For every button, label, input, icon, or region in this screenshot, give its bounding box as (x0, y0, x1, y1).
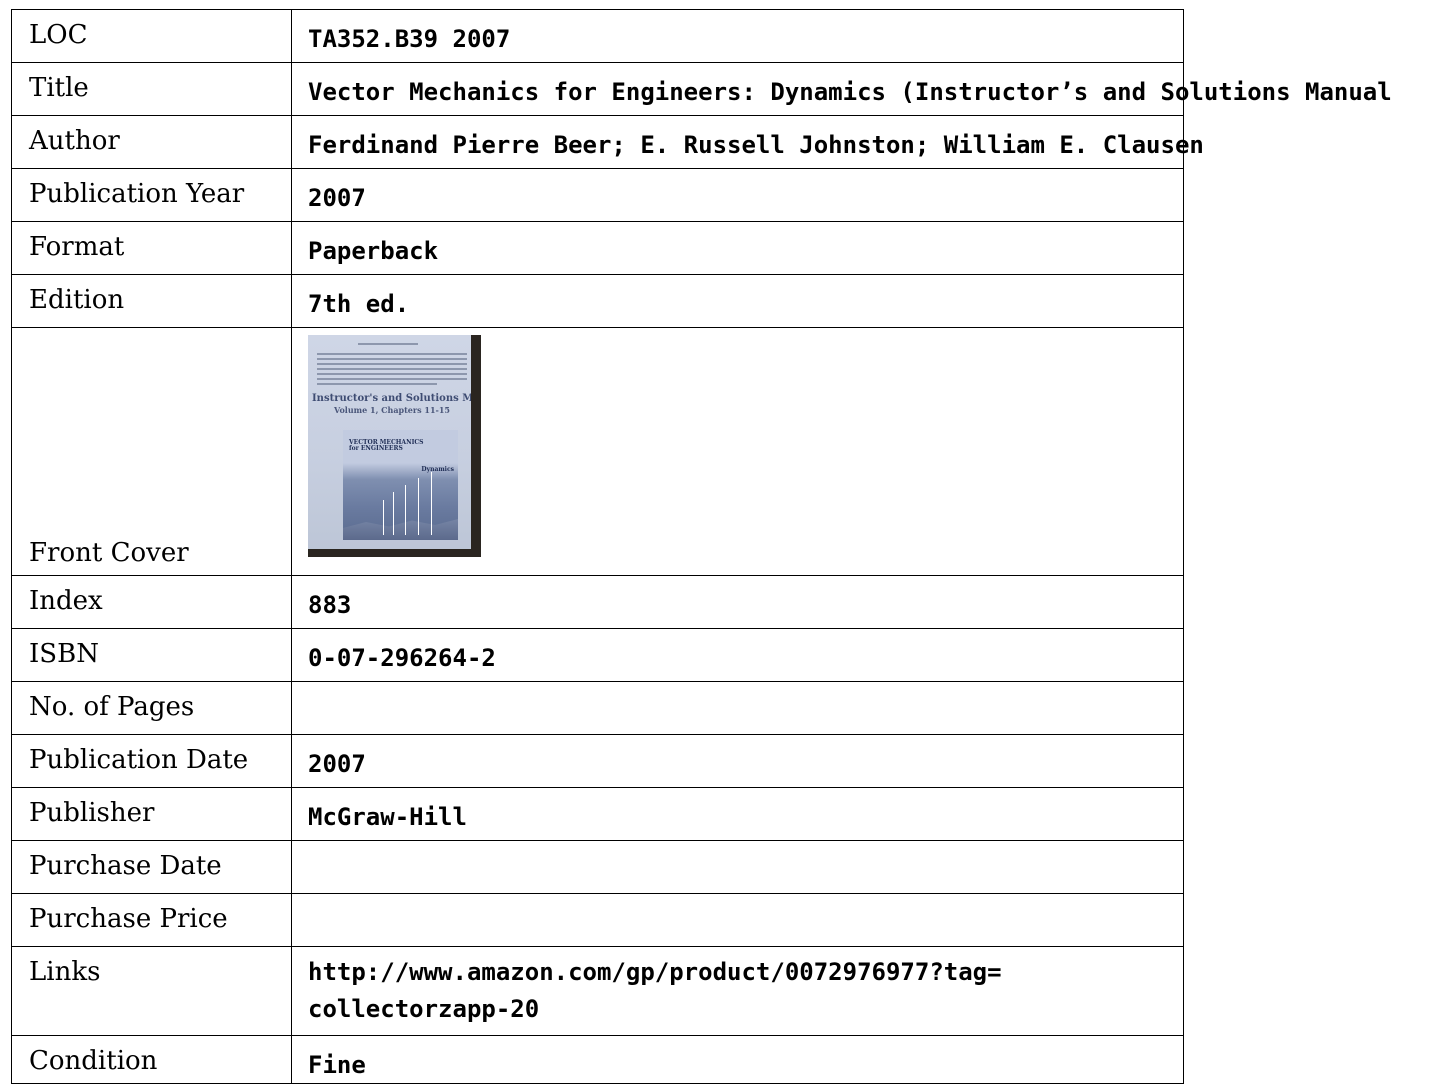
cover-inner-dynamics: Dynamics (421, 466, 454, 473)
value-title: Vector Mechanics for Engineers: Dynamics… (291, 62, 1392, 116)
row-links: Links http://www.amazon.com/gp/product/0… (11, 946, 1184, 1036)
cover-notice-line (317, 373, 467, 375)
value-loc: TA352.B39 2007 (291, 9, 1184, 63)
label-edition: Edition (11, 274, 292, 328)
label-loc: LOC (11, 9, 292, 63)
row-loc: LOC TA352.B39 2007 (11, 9, 1184, 63)
book-details-table: LOC TA352.B39 2007 Title Vector Mechanic… (11, 9, 1392, 1084)
cover-turbine-graphic (431, 472, 432, 535)
cover-edge-shadow (471, 335, 481, 557)
cover-notice-line (317, 358, 467, 360)
row-author: Author Ferdinand Pierre Beer; E. Russell… (11, 115, 1204, 169)
value-isbn: 0-07-296264-2 (291, 628, 1184, 682)
row-purchase-price: Purchase Price (11, 893, 1184, 947)
row-edition: Edition 7th ed. (11, 274, 1184, 328)
value-publication-year: 2007 (291, 168, 1184, 222)
label-links: Links (11, 946, 292, 1036)
label-publication-date: Publication Date (11, 734, 292, 788)
cover-inner-title: VECTOR MECHANICS for ENGINEERS (349, 440, 423, 452)
label-isbn: ISBN (11, 628, 292, 682)
value-links[interactable]: http://www.amazon.com/gp/product/0072976… (291, 946, 1184, 1036)
row-publication-year: Publication Year 2007 (11, 168, 1184, 222)
value-front-cover: Instructor's and Solutions Manual Volume… (291, 327, 1184, 576)
cover-notice-line (317, 378, 467, 380)
label-front-cover: Front Cover (11, 327, 292, 576)
row-no-of-pages: No. of Pages (11, 681, 1184, 735)
cover-manual-title: Instructor's and Solutions Manual (312, 393, 481, 404)
cover-inner-book: VECTOR MECHANICS for ENGINEERS Dynamics (343, 430, 458, 540)
label-purchase-date: Purchase Date (11, 840, 292, 894)
row-title: Title Vector Mechanics for Engineers: Dy… (11, 62, 1392, 116)
row-publisher: Publisher McGraw-Hill (11, 787, 1184, 841)
value-no-of-pages (291, 681, 1184, 735)
row-format: Format Paperback (11, 221, 1184, 275)
value-purchase-date (291, 840, 1184, 894)
value-purchase-price (291, 893, 1184, 947)
label-publisher: Publisher (11, 787, 292, 841)
cover-edge-shadow-bottom (308, 549, 481, 557)
cover-notice-line (358, 343, 418, 345)
cover-notice-line (317, 368, 467, 370)
label-index: Index (11, 575, 292, 629)
value-publication-date: 2007 (291, 734, 1184, 788)
value-index: 883 (291, 575, 1184, 629)
row-purchase-date: Purchase Date (11, 840, 1184, 894)
cover-notice-line (317, 363, 467, 365)
front-cover-image[interactable]: Instructor's and Solutions Manual Volume… (308, 335, 481, 557)
value-author: Ferdinand Pierre Beer; E. Russell Johnst… (291, 115, 1204, 169)
value-condition: Fine (291, 1035, 1184, 1084)
cover-notice-line (317, 353, 467, 355)
row-isbn: ISBN 0-07-296264-2 (11, 628, 1184, 682)
label-no-of-pages: No. of Pages (11, 681, 292, 735)
cover-turbine-graphic (418, 478, 419, 535)
cover-turbine-graphic (383, 500, 384, 535)
label-condition: Condition (11, 1035, 292, 1084)
label-title: Title (11, 62, 292, 116)
cover-notice-line (317, 383, 437, 385)
cover-turbine-graphic (393, 492, 394, 535)
row-condition: Condition Fine (11, 1035, 1184, 1084)
cover-manual-subtitle: Volume 1, Chapters 11-15 (334, 405, 450, 415)
label-publication-year: Publication Year (11, 168, 292, 222)
value-edition: 7th ed. (291, 274, 1184, 328)
cover-inner-title-line2: for ENGINEERS (349, 445, 403, 452)
row-index: Index 883 (11, 575, 1184, 629)
row-publication-date: Publication Date 2007 (11, 734, 1184, 788)
value-format: Paperback (291, 221, 1184, 275)
label-format: Format (11, 221, 292, 275)
label-purchase-price: Purchase Price (11, 893, 292, 947)
cover-turbine-graphic (405, 485, 406, 535)
value-publisher: McGraw-Hill (291, 787, 1184, 841)
label-author: Author (11, 115, 292, 169)
row-front-cover: Front Cover Instructor's and Solutions M… (11, 327, 1184, 576)
cover-mountain-graphic (343, 519, 458, 540)
